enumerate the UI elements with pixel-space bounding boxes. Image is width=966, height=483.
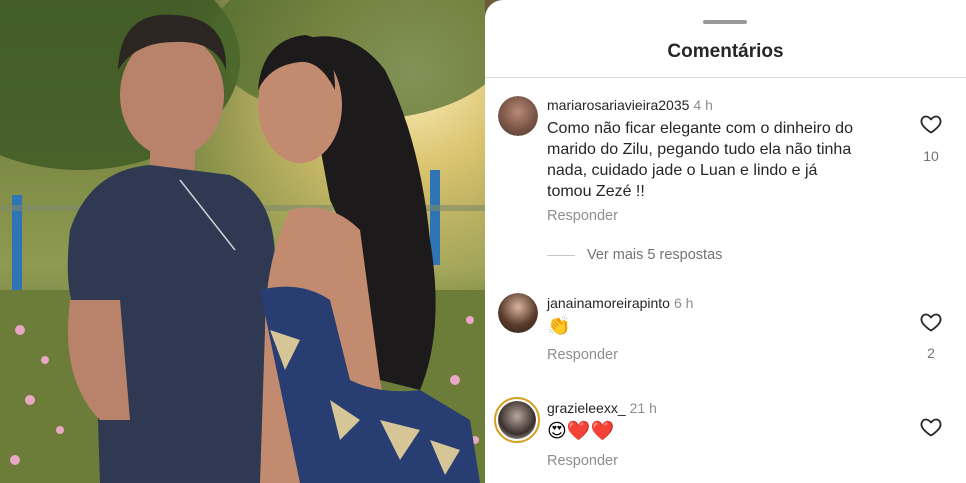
comments-sheet: Comentários mariarosariavieira2035 4 h Co… xyxy=(485,0,966,483)
reply-button[interactable]: Responder xyxy=(547,453,618,469)
more-replies-line xyxy=(547,254,575,256)
post-photo xyxy=(0,0,485,483)
like-count: 2 xyxy=(927,345,935,361)
comment-username[interactable]: grazieleexx_ xyxy=(547,400,626,416)
comment-username[interactable]: mariarosariavieira2035 xyxy=(547,97,689,113)
sheet-title: Comentários xyxy=(667,41,784,62)
couple-photo-illustration xyxy=(0,0,485,483)
comment-time: 21 h xyxy=(629,400,657,416)
reply-button[interactable]: Responder xyxy=(547,208,618,224)
comment-time: 6 h xyxy=(673,295,694,311)
comment-emoji: 😍❤️❤️ xyxy=(547,420,615,442)
comment-emoji: 👏 xyxy=(547,315,571,337)
heart-icon[interactable] xyxy=(919,415,943,439)
avatar[interactable] xyxy=(498,96,538,136)
comment-username[interactable]: janainamoreirapinto xyxy=(547,295,670,311)
reply-button[interactable]: Responder xyxy=(547,347,618,363)
comment-time: 4 h xyxy=(693,97,713,113)
avatar-with-story-ring[interactable] xyxy=(494,397,540,443)
heart-icon[interactable] xyxy=(919,310,943,334)
comment-text: Como não ficar elegante com o dinheiro d… xyxy=(547,120,853,200)
avatar[interactable] xyxy=(498,293,538,333)
heart-icon[interactable] xyxy=(919,112,943,136)
drag-handle[interactable] xyxy=(703,20,747,24)
header-divider xyxy=(485,77,966,78)
view-more-replies[interactable]: Ver mais 5 respostas xyxy=(547,247,722,263)
like-count: 10 xyxy=(923,148,939,164)
